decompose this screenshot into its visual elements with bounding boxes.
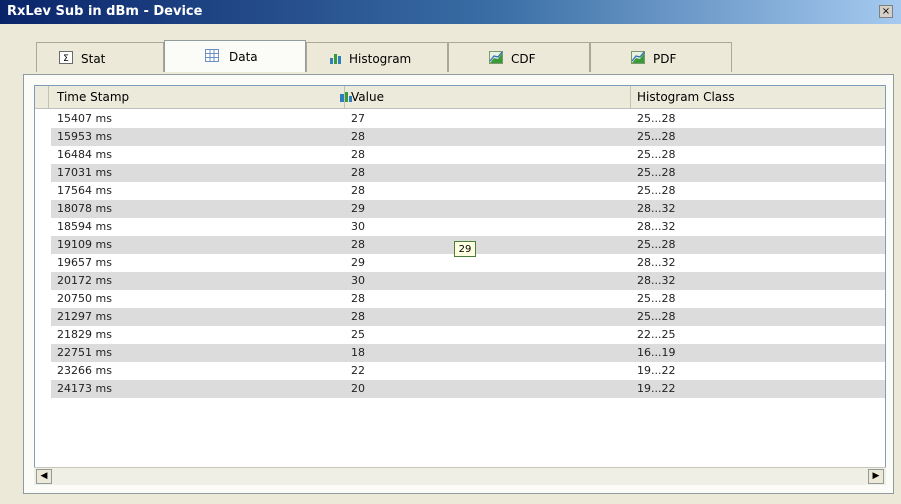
column-header-histogram-class[interactable]: Histogram Class (631, 86, 885, 108)
cell-value: 28 (351, 130, 365, 143)
cell-histogram-class: 25...28 (637, 130, 676, 143)
close-button[interactable]: × (879, 5, 893, 18)
cell-value: 18 (351, 346, 365, 359)
cell-time-stamp: 19109 ms (57, 238, 112, 251)
cell-time-stamp: 19657 ms (57, 256, 112, 269)
tab-panel-data: Time Stamp Value Histogram Class 15407 m… (23, 74, 894, 494)
cell-time-stamp: 24173 ms (57, 382, 112, 395)
row-selector-header[interactable] (35, 86, 49, 108)
column-header-time-stamp-label: Time Stamp (57, 90, 130, 104)
tab-data-label: Data (229, 50, 258, 64)
value-tooltip: 29 (454, 241, 476, 257)
svg-text:Σ: Σ (63, 54, 69, 64)
cell-time-stamp: 20750 ms (57, 292, 112, 305)
cell-histogram-class: 25...28 (637, 238, 676, 251)
cell-time-stamp: 17564 ms (57, 184, 112, 197)
table-row[interactable]: 18594 ms 30 28...32 (51, 218, 885, 236)
sigma-icon: Σ (59, 51, 73, 64)
column-header-time-stamp[interactable]: Time Stamp (51, 86, 352, 108)
table-row[interactable]: 21297 ms 28 25...28 (51, 308, 885, 326)
cell-histogram-class: 28...32 (637, 256, 676, 269)
column-header-value[interactable]: Value (345, 86, 631, 108)
tab-stat[interactable]: Σ Stat (36, 42, 164, 72)
chart-icon (489, 51, 503, 64)
cell-value: 20 (351, 382, 365, 395)
cell-value: 30 (351, 220, 365, 233)
grid-icon (205, 49, 219, 62)
cell-histogram-class: 16...19 (637, 346, 676, 359)
cell-time-stamp: 16484 ms (57, 148, 112, 161)
cell-value: 28 (351, 148, 365, 161)
window-title: RxLev Sub in dBm - Device (7, 4, 203, 19)
cell-histogram-class: 28...32 (637, 274, 676, 287)
cell-time-stamp: 23266 ms (57, 364, 112, 377)
cell-histogram-class: 22...25 (637, 328, 676, 341)
table-row[interactable]: 22751 ms 18 16...19 (51, 344, 885, 362)
data-grid: Time Stamp Value Histogram Class 15407 m… (34, 85, 886, 485)
tab-pdf[interactable]: PDF (590, 42, 732, 72)
cell-histogram-class: 25...28 (637, 292, 676, 305)
table-row[interactable]: 17564 ms 28 25...28 (51, 182, 885, 200)
app-window: RxLev Sub in dBm - Device × Σ Stat Data (0, 0, 901, 504)
cell-time-stamp: 15407 ms (57, 112, 112, 125)
tab-cdf-label: CDF (511, 52, 536, 66)
tab-histogram-label: Histogram (349, 52, 412, 66)
cell-value: 28 (351, 310, 365, 323)
cell-value: 27 (351, 112, 365, 125)
tab-pdf-label: PDF (653, 52, 677, 66)
table-row[interactable]: 15953 ms 28 25...28 (51, 128, 885, 146)
chart-icon (631, 51, 645, 64)
table-row[interactable]: 21829 ms 25 22...25 (51, 326, 885, 344)
cell-value: 28 (351, 292, 365, 305)
cell-histogram-class: 25...28 (637, 166, 676, 179)
cell-time-stamp: 17031 ms (57, 166, 112, 179)
tab-histogram[interactable]: Histogram (306, 42, 448, 72)
table-row[interactable]: 24173 ms 20 19...22 (51, 380, 885, 398)
cell-time-stamp: 21829 ms (57, 328, 112, 341)
scroll-right-button[interactable]: ▶ (868, 469, 884, 484)
cell-value: 25 (351, 328, 365, 341)
title-bar[interactable]: RxLev Sub in dBm - Device × (0, 0, 901, 24)
cell-time-stamp: 21297 ms (57, 310, 112, 323)
cell-histogram-class: 25...28 (637, 112, 676, 125)
cell-time-stamp: 18594 ms (57, 220, 112, 233)
cell-histogram-class: 28...32 (637, 220, 676, 233)
cell-value: 29 (351, 202, 365, 215)
cell-histogram-class: 25...28 (637, 148, 676, 161)
horizontal-scrollbar[interactable]: ◀ ▶ (34, 467, 886, 485)
table-row[interactable]: 20750 ms 28 25...28 (51, 290, 885, 308)
cell-histogram-class: 25...28 (637, 184, 676, 197)
grid-header: Time Stamp Value Histogram Class (35, 86, 885, 109)
cell-value: 29 (351, 256, 365, 269)
cell-histogram-class: 28...32 (637, 202, 676, 215)
cell-value: 28 (351, 238, 365, 251)
cell-value: 28 (351, 184, 365, 197)
table-row[interactable]: 23266 ms 22 19...22 (51, 362, 885, 380)
cell-value: 22 (351, 364, 365, 377)
table-row[interactable]: 17031 ms 28 25...28 (51, 164, 885, 182)
cell-time-stamp: 15953 ms (57, 130, 112, 143)
tab-data[interactable]: Data (164, 40, 306, 72)
cell-histogram-class: 19...22 (637, 382, 676, 395)
cell-value: 30 (351, 274, 365, 287)
cell-time-stamp: 20172 ms (57, 274, 112, 287)
cell-time-stamp: 18078 ms (57, 202, 112, 215)
cell-time-stamp: 22751 ms (57, 346, 112, 359)
cell-histogram-class: 25...28 (637, 310, 676, 323)
tab-cdf[interactable]: CDF (448, 42, 590, 72)
table-row[interactable]: 18078 ms 29 28...32 (51, 200, 885, 218)
scroll-left-button[interactable]: ◀ (36, 469, 52, 484)
cell-value: 28 (351, 166, 365, 179)
cell-histogram-class: 19...22 (637, 364, 676, 377)
table-row[interactable]: 20172 ms 30 28...32 (51, 272, 885, 290)
tab-stat-label: Stat (81, 52, 106, 66)
histogram-icon (330, 54, 341, 64)
table-row[interactable]: 15407 ms 27 25...28 (51, 110, 885, 128)
table-row[interactable]: 16484 ms 28 25...28 (51, 146, 885, 164)
